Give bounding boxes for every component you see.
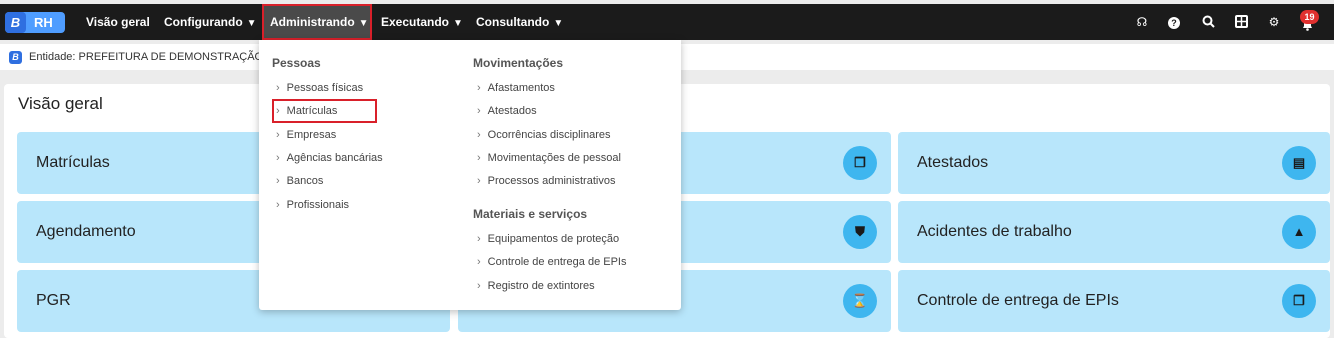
chevron-down-icon: ▼ [553, 18, 564, 29]
card-label: Atestados [917, 154, 989, 171]
chevron-down-icon: ▼ [358, 18, 369, 29]
chevron-right-icon: › [477, 82, 481, 94]
nav-visao-geral[interactable]: Visão geral [86, 4, 150, 40]
chevron-right-icon: › [477, 152, 481, 164]
menu-item-label: Matrículas [286, 105, 338, 117]
chevron-down-icon: ▼ [453, 18, 463, 29]
notification-count-badge: 19 [1300, 10, 1319, 24]
menu-item-label: Empresas [286, 129, 337, 141]
help-icon[interactable]: ? [1167, 15, 1181, 29]
chevron-right-icon: › [276, 175, 280, 187]
app-logo[interactable]: B RH [5, 12, 65, 33]
nav-label: Visão geral [86, 15, 150, 29]
card-label: Agendamento [36, 223, 136, 240]
menu-item-label: Pessoas físicas [286, 82, 364, 94]
menu-heading-materiais-e-servicos: Materiais e serviços [473, 207, 588, 221]
logo-letter: B [5, 12, 26, 33]
menu-item-profissionais[interactable]: › Profissionais [276, 197, 349, 213]
menu-item-agencias-bancarias[interactable]: › Agências bancárias [276, 150, 383, 166]
settings-icon[interactable]: ⚙ [1267, 15, 1281, 29]
card-label: PGR [36, 292, 71, 309]
nav-label: Consultando [476, 15, 550, 29]
menu-item-pessoas-fisicas[interactable]: › Pessoas físicas [276, 80, 363, 96]
chevron-right-icon: › [276, 199, 280, 211]
entity-name: Entidade: PREFEITURA DE DEMONSTRAÇÃO [29, 51, 264, 63]
chevron-right-icon: › [276, 105, 280, 117]
menu-item-afastamentos[interactable]: › Afastamentos [477, 80, 555, 96]
copy-icon: ❐ [1282, 284, 1316, 318]
menu-item-label: Atestados [487, 105, 537, 117]
support-icon[interactable]: ☊ [1135, 15, 1149, 29]
chevron-right-icon: › [477, 129, 481, 141]
menu-item-registro-de-extintores[interactable]: › Registro de extintores [477, 278, 595, 294]
menu-heading-movimentacoes: Movimentações [473, 56, 564, 70]
menu-item-label: Movimentações de pessoal [487, 152, 621, 164]
menu-item-label: Profissionais [286, 199, 350, 211]
chevron-right-icon: › [477, 105, 481, 117]
card-controle-de-entrega-de-epis[interactable]: Controle de entrega de EPIs ❐ [898, 270, 1330, 332]
menu-item-controle-de-entrega-de-epis[interactable]: › Controle de entrega de EPIs [477, 254, 626, 270]
nav-consultando[interactable]: Consultando ▼ [476, 4, 563, 40]
card-label: Acidentes de trabalho [917, 223, 1072, 240]
copy-icon: ❐ [843, 146, 877, 180]
menu-heading-pessoas: Pessoas [272, 56, 321, 70]
chevron-right-icon: › [276, 129, 280, 141]
menu-item-label: Agências bancárias [286, 152, 383, 164]
nav-executando[interactable]: Executando ▼ [381, 4, 463, 40]
page-title: Visão geral [18, 94, 103, 113]
menu-item-label: Processos administrativos [487, 175, 616, 187]
top-navigation-bar: B RH Visão geral Configurando ▼ Administr… [0, 4, 1334, 40]
nav-label: Administrando [270, 15, 355, 29]
menu-item-processos-administrativos[interactable]: › Processos administrativos [477, 173, 615, 189]
chevron-right-icon: › [276, 82, 280, 94]
card-acidentes-de-trabalho[interactable]: Acidentes de trabalho ▲ [898, 201, 1330, 263]
shield-icon: ⛊ [843, 215, 877, 249]
chevron-right-icon: › [477, 256, 481, 268]
menu-item-atestados[interactable]: › Atestados [477, 103, 537, 119]
card-label: Controle de entrega de EPIs [917, 292, 1119, 309]
chevron-down-icon: ▼ [246, 18, 257, 29]
search-icon[interactable] [1201, 15, 1215, 29]
menu-item-matriculas[interactable]: › Matrículas [271, 99, 378, 123]
nav-configurando[interactable]: Configurando ▼ [164, 4, 257, 40]
menu-item-label: Registro de extintores [487, 280, 595, 292]
nav-label: Configurando [164, 15, 243, 29]
hourglass-icon: ⌛ [843, 284, 877, 318]
warning-icon: ▲ [1282, 215, 1316, 249]
apps-icon[interactable] [1234, 15, 1248, 29]
administrando-dropdown-menu: Pessoas › Pessoas físicas › Matrículas › Em… [259, 40, 681, 310]
card-atestados[interactable]: Atestados ▤ [898, 132, 1330, 194]
menu-item-label: Ocorrências disciplinares [487, 129, 611, 141]
chevron-right-icon: › [477, 280, 481, 292]
logo-app-name: RH [34, 15, 53, 30]
menu-item-empresas[interactable]: › Empresas [276, 127, 336, 143]
menu-item-ocorrencias-disciplinares[interactable]: › Ocorrências disciplinares [477, 127, 611, 143]
nav-label: Executando [381, 15, 450, 29]
document-icon: ▤ [1282, 146, 1316, 180]
menu-item-movimentacoes-de-pessoal[interactable]: › Movimentações de pessoal [477, 150, 621, 166]
chevron-right-icon: › [477, 233, 481, 245]
menu-item-equipamentos-de-protecao[interactable]: › Equipamentos de proteção [477, 231, 619, 247]
chevron-right-icon: › [477, 175, 481, 187]
chevron-right-icon: › [276, 152, 280, 164]
menu-item-label: Controle de entrega de EPIs [487, 256, 627, 268]
menu-item-label: Afastamentos [487, 82, 555, 94]
menu-item-label: Equipamentos de proteção [487, 233, 620, 245]
nav-administrando[interactable]: Administrando ▼ [262, 4, 372, 40]
menu-item-label: Bancos [286, 175, 324, 187]
menu-item-bancos[interactable]: › Bancos [276, 173, 323, 189]
entity-logo-icon: B [9, 51, 22, 64]
card-label: Matrículas [36, 154, 110, 171]
